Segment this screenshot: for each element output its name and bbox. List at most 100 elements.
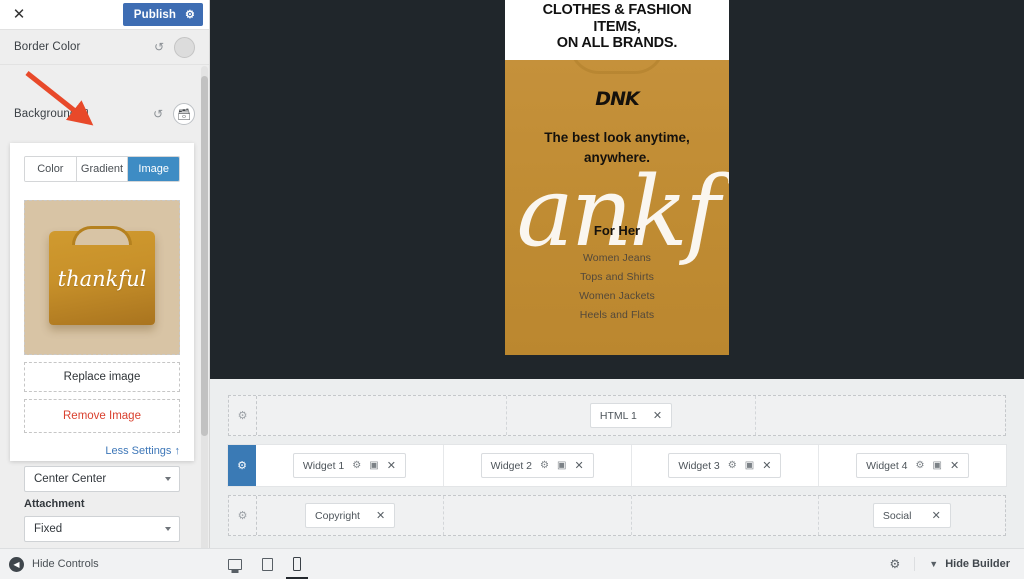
less-settings-label: Less Settings [105,445,172,457]
brand-logo: DNK [595,88,639,110]
close-icon[interactable]: ✕ [376,509,385,522]
chevron-left-icon[interactable]: ◀ [9,556,24,572]
sidebar-topbar: ✕ Publish ⚙ [0,0,209,30]
mobile-icon [293,557,301,571]
attachment-select[interactable]: Fixed [24,516,180,542]
builder-column[interactable]: Widget 3 ⚙ ▣ ✕ [632,445,820,486]
close-icon[interactable]: ✕ [10,6,28,24]
builder-row-3[interactable]: ⚙ Copyright ✕ Social ✕ [228,495,1006,536]
module-chip-label: HTML 1 [599,409,637,422]
sidebar-scrollbar-thumb[interactable] [201,76,208,436]
gear-icon[interactable]: ⚙ [540,460,549,471]
device-desktop-button[interactable] [228,549,242,579]
duplicate-icon[interactable]: ▣ [557,460,566,471]
image-icon[interactable]: 🗃 [173,103,195,125]
background-settings-popover: Color Gradient Image thankful Replace im… [10,143,194,461]
replace-image-button[interactable]: Replace image [24,362,180,392]
list-item[interactable]: Women Jeans [505,249,729,268]
builder-column[interactable] [632,496,819,535]
chevron-down-icon [165,527,171,531]
module-chip-widget-2[interactable]: Widget 2 ⚙ ▣ ✕ [480,453,594,478]
gear-icon[interactable]: ⚙ [916,460,925,471]
module-chip-widget-1[interactable]: Widget 1 ⚙ ▣ ✕ [292,453,406,478]
builder-column[interactable]: Social ✕ [819,496,1005,535]
list-item[interactable]: Tops and Shirts [505,268,729,287]
image-position-value: Center Center [34,473,107,485]
hide-controls-group[interactable]: ◀ Hide Controls [0,549,210,579]
builder-row-2[interactable]: ⚙ Widget 1 ⚙ ▣ ✕ Widget 2 ⚙ ▣ ✕ Widget 3… [228,445,1006,486]
duplicate-icon[interactable]: ▣ [745,460,754,471]
builder-column[interactable]: Widget 1 ⚙ ▣ ✕ [256,445,444,486]
close-icon[interactable]: ✕ [950,459,959,472]
preview-area: CLOTHES & FASHION ITEMS, ON ALL BRANDS. … [210,0,1024,379]
gear-icon: ⚙ [237,410,248,422]
chevron-down-icon: ▼ [929,559,939,569]
gear-icon[interactable]: ⚙ [352,460,361,471]
module-chip-widget-4[interactable]: Widget 4 ⚙ ▣ ✕ [856,453,970,478]
builder-column[interactable]: Widget 2 ⚙ ▣ ✕ [444,445,632,486]
tab-color[interactable]: Color [25,157,77,181]
close-icon[interactable]: ✕ [653,409,662,422]
hide-builder-label: Hide Builder [945,558,1010,570]
close-icon[interactable]: ✕ [387,459,396,472]
module-chip-label: Widget 4 [866,459,908,472]
gear-icon[interactable]: ⚙ [185,8,195,21]
builder-column[interactable]: Widget 4 ⚙ ▣ ✕ [819,445,1006,486]
module-chip-copyright[interactable]: Copyright ✕ [305,503,396,528]
background-image-thumbnail[interactable]: thankful [24,200,180,355]
promo-body: ankf DNK The best look anytime, anywhere… [505,60,729,355]
builder-column[interactable]: HTML 1 ✕ [507,396,757,435]
remove-image-button[interactable]: Remove Image [24,399,180,433]
tab-image[interactable]: Image [128,157,179,181]
gear-icon[interactable]: ⚙ [728,460,737,471]
sidebar-scrollbar[interactable] [201,66,208,566]
gear-icon[interactable]: ⚙ [876,557,916,571]
close-icon[interactable]: ✕ [762,459,771,472]
row-settings-handle-active[interactable]: ⚙ [228,445,256,486]
device-mobile-button[interactable] [286,549,308,579]
module-chip-widget-3[interactable]: Widget 3 ⚙ ▣ ✕ [668,453,782,478]
device-tablet-button[interactable] [262,549,273,579]
builder-column[interactable] [756,396,1005,435]
row-settings-handle[interactable]: ⚙ [229,496,257,535]
border-color-row: Border Color ↻ [0,30,209,64]
builder-column[interactable]: Copyright ✕ [257,496,445,535]
tab-gradient[interactable]: Gradient [76,157,129,181]
close-icon[interactable]: ✕ [574,459,583,472]
list-item[interactable]: Women Jackets [505,287,729,306]
attachment-label: Attachment [24,498,85,510]
publish-button-label: Publish [133,8,177,21]
duplicate-icon[interactable]: ▣ [932,460,941,471]
background-row: Background ↻ 🗃 [0,95,209,133]
builder-toolbar-right: ⚙ ▼ Hide Builder [876,557,1024,571]
sweatshirt-script-text: thankful [57,267,147,292]
promo-tagline-line2: anywhere. [583,150,651,166]
builder-column[interactable] [444,496,632,535]
less-settings-toggle[interactable]: Less Settings ↑ [24,433,180,461]
builder-column[interactable] [257,396,507,435]
duplicate-icon[interactable]: ▣ [369,460,378,471]
border-color-swatch[interactable] [174,36,195,58]
undo-icon[interactable]: ↻ [154,40,164,54]
tablet-icon [262,557,273,571]
hide-builder-button[interactable]: ▼ Hide Builder [915,558,1010,570]
row-settings-handle[interactable]: ⚙ [229,396,257,435]
builder-row-1[interactable]: ⚙ HTML 1 ✕ [228,395,1006,436]
background-type-tabs: Color Gradient Image [24,156,180,182]
list-item[interactable]: Heels and Flats [505,306,729,325]
customizer-sidebar: ✕ Publish ⚙ Border Color ↻ Background ↻ … [0,0,210,579]
promo-tagline: The best look anytime, anywhere. [505,128,729,169]
promo-category-list: Women Jeans Tops and Shirts Women Jacket… [505,249,729,325]
gear-icon: ⚙ [237,460,247,472]
chevron-down-icon [165,477,171,481]
close-icon[interactable]: ✕ [932,509,941,522]
module-chip-html-1[interactable]: HTML 1 ✕ [589,403,673,428]
attachment-field: Attachment Fixed [24,492,180,542]
undo-icon[interactable]: ↻ [153,107,163,121]
background-label-text: Background [14,108,77,120]
module-chip-label: Copyright [315,509,360,522]
publish-button[interactable]: Publish ⚙ [122,3,203,26]
background-label: Background [14,108,89,120]
image-position-select[interactable]: Center Center [24,466,180,492]
module-chip-social[interactable]: Social ✕ [872,503,951,528]
